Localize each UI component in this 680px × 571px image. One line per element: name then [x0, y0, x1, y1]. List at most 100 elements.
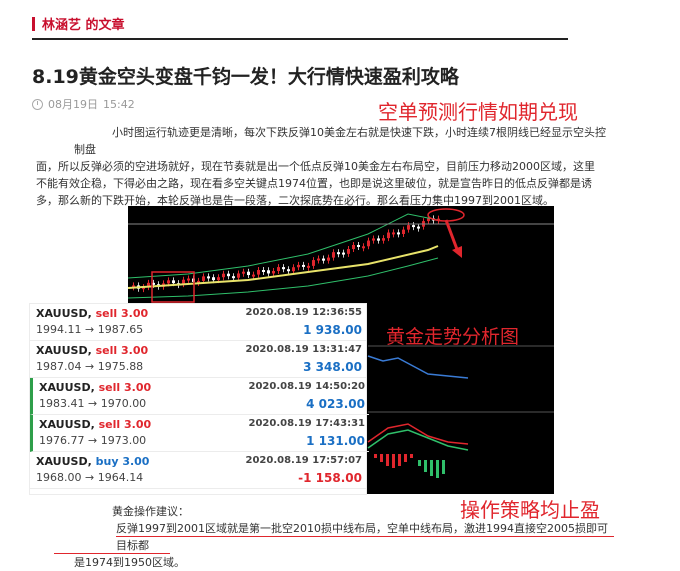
histogram-bar [410, 454, 413, 458]
bollinger-lower-line [128, 257, 439, 299]
candle-body [252, 274, 255, 277]
article-time: 15:42 [103, 97, 135, 111]
histogram-bar [418, 460, 421, 466]
trade-row[interactable]: XAUUSD, sell 3.00 2020.08.19 14:50:20 19… [30, 378, 369, 415]
candle-body [397, 232, 400, 235]
advice-text: 反弹1997到2001区域就是第一批空2010损中线布局，空单中线布局，激进19… [74, 520, 614, 571]
trade-time: 2020.08.19 14:50:20 [248, 381, 366, 392]
trade-row[interactable]: XAUUSD, buy 3.00 2020.08.19 17:57:07 196… [30, 452, 366, 489]
candle-body [372, 238, 375, 241]
histogram-bar [424, 460, 427, 472]
article-date: 08月19日 [48, 98, 98, 111]
candle-body [272, 271, 275, 274]
candle-body [212, 277, 215, 281]
candle-body [327, 257, 330, 261]
trade-profit: 1 131.00 [306, 434, 365, 448]
candle-body [352, 244, 355, 250]
trade-symbol: XAUUSD, sell 3.00 [39, 381, 152, 394]
candle-body [362, 246, 365, 249]
candle-body [302, 264, 305, 267]
candle-body [232, 276, 235, 279]
candle-body [382, 238, 385, 241]
trade-profit: 4 023.00 [306, 397, 365, 411]
candle-body [277, 267, 280, 272]
trade-time: 2020.08.19 13:31:47 [245, 344, 363, 355]
indicator-line-green [367, 429, 469, 451]
candle-body [217, 277, 220, 281]
trade-row[interactable]: XAUUSD, sell 3.00 2020.08.19 17:43:31 19… [30, 415, 369, 452]
trade-time: 2020.08.19 17:57:07 [245, 455, 363, 466]
trade-symbol: XAUUSD, sell 3.00 [39, 418, 152, 431]
paragraph-line: 小时图运行轨迹更是清晰，每次下跌反弹10美金左右就是快速下跌，小时连续7根阴线已… [74, 126, 606, 156]
annotation-prediction: 空单预测行情如期兑现 [378, 100, 578, 124]
candle-body [267, 270, 270, 274]
author-header: 林涵艺 的文章 [32, 12, 568, 40]
trade-row[interactable]: XAUUSD, sell 3.00 2020.08.19 12:36:55 19… [30, 304, 366, 341]
trade-history-card: XAUUSD, sell 3.00 2020.08.19 12:36:55 19… [30, 304, 369, 494]
candle-body [392, 232, 395, 235]
candle-body [322, 258, 325, 261]
author-link[interactable]: 林涵艺 的文章 [42, 14, 125, 33]
highlight-circle [427, 208, 465, 222]
histogram-bar [436, 460, 439, 478]
trade-symbol: XAUUSD, sell 3.00 [36, 344, 149, 357]
candle-body [292, 267, 295, 272]
advice-line: 反弹1997到2001区域就是第一批空2010损中线布局，空单中线布局，激进19… [116, 522, 608, 552]
candle-body [262, 270, 265, 273]
down-arrow [444, 219, 460, 253]
advice-heading: 黄金操作建议： [112, 505, 189, 518]
candle-body [412, 225, 415, 228]
candle-body [407, 225, 410, 230]
candle-body [367, 240, 370, 247]
trade-symbol: XAUUSD, sell 3.00 [36, 307, 149, 320]
trade-prices: 1983.41 → 1970.00 [39, 397, 147, 410]
article-title: 8.19黄金空头变盘千钧一发！大行情快速盈利攻略 [32, 66, 459, 88]
candle-body [377, 238, 380, 241]
underline-mark [54, 553, 170, 554]
candle-body [297, 264, 300, 268]
paragraph-line: 面，所以反弹必须的空进场就好，现在节奏就是出一个低点反弹10美金左右布局空，目前… [36, 160, 595, 173]
candle-body [347, 249, 350, 254]
candle-body [342, 252, 345, 255]
candle-body [172, 280, 175, 284]
clock-icon [32, 98, 43, 110]
candle-body [187, 278, 190, 281]
paragraph-line: 不能有效企稳，下得必由之路，现在看多空关键点1974位置，也即是说这里破位，就是… [36, 177, 592, 190]
candle-body [307, 265, 310, 268]
trade-row[interactable]: XAUUSD, sell 3.00 2020.08.19 13:31:47 19… [30, 341, 366, 378]
histogram-bar [404, 454, 407, 462]
candle-body [402, 229, 405, 234]
trade-prices: 1976.77 → 1973.00 [39, 434, 147, 447]
candle-body [227, 273, 230, 277]
histogram-bar [392, 454, 395, 468]
annotation-chart-title: 黄金走势分析图 [386, 326, 520, 348]
underline-mark [116, 536, 614, 537]
candle-body [282, 267, 285, 270]
histogram-bar [380, 454, 383, 462]
candle-body [417, 226, 420, 229]
candle-body [337, 252, 340, 255]
candle-body [237, 273, 240, 278]
histogram-bar [442, 460, 445, 474]
candle-body [357, 244, 360, 247]
candle-body [247, 271, 250, 276]
trade-profit: 1 938.00 [303, 323, 362, 337]
article-meta: 08月19日 15:42 [32, 96, 135, 112]
accent-mark [32, 17, 35, 31]
trade-time: 2020.08.19 12:36:55 [245, 307, 363, 318]
candlesticks [132, 215, 440, 293]
trade-prices: 1994.11 → 1987.65 [36, 323, 144, 336]
trade-symbol: XAUUSD, buy 3.00 [36, 455, 150, 468]
candle-body [312, 260, 315, 266]
candle-body [287, 269, 290, 272]
histogram-bar [398, 454, 401, 466]
trade-prices: 1968.00 → 1964.14 [36, 471, 144, 484]
advice-line: 是1974到1950区域。 [74, 556, 185, 569]
article-paragraph: 小时图运行轨迹更是清晰，每次下跌反弹10美金左右就是快速下跌，小时连续7根阴线已… [36, 124, 614, 209]
trade-profit: -1 158.00 [298, 471, 362, 485]
macd-histogram [374, 454, 445, 478]
indicator-line-blue [367, 355, 469, 379]
candle-body [317, 258, 320, 261]
trade-prices: 1987.04 → 1975.88 [36, 360, 144, 373]
histogram-bar [386, 454, 389, 466]
